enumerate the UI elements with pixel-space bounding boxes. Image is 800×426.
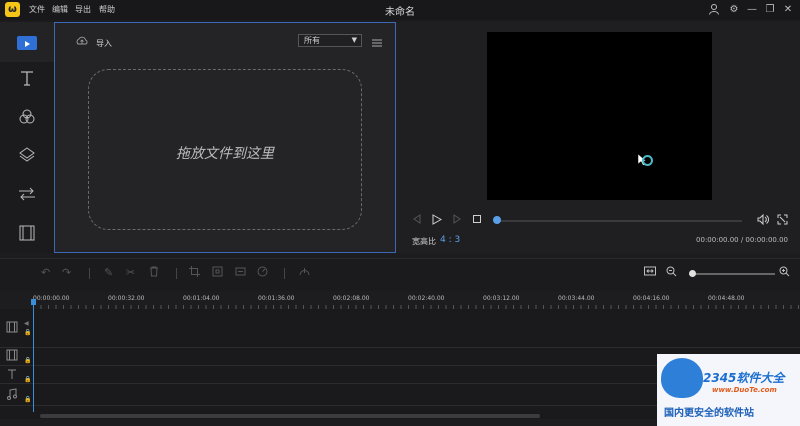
overlay-icon[interactable] <box>14 146 40 168</box>
video-track[interactable] <box>0 309 800 348</box>
list-view-icon[interactable] <box>371 34 383 47</box>
fit-timeline-icon[interactable] <box>644 266 656 279</box>
total-time: 00:00:00.00 <box>745 236 788 244</box>
delete-icon[interactable] <box>149 266 159 280</box>
watermark-slogan: 国内更安全的软件站 <box>664 408 754 419</box>
media-icon[interactable] <box>17 36 37 50</box>
lock-icon[interactable]: 🔒 <box>24 396 31 403</box>
busy-spinner-icon <box>642 155 653 166</box>
voice-icon[interactable] <box>299 266 310 280</box>
cut-icon[interactable]: ✂ <box>126 266 135 279</box>
play-icon[interactable] <box>431 214 443 228</box>
toolbar-divider <box>176 268 177 279</box>
zoom-in-icon[interactable] <box>779 266 790 280</box>
ruler-label: 00:03:12.00 <box>483 295 520 302</box>
freeze-icon[interactable] <box>212 266 223 280</box>
ruler-label: 00:00:00.00 <box>33 295 70 302</box>
current-time: 00:00:00.00 <box>696 236 739 244</box>
aspect-ratio-label: 宽高比 <box>412 237 436 246</box>
watermark-url: www.DuoTe.com <box>712 386 777 394</box>
drop-zone-text: 拖放文件到这里 <box>176 146 274 162</box>
transition-icon[interactable] <box>14 185 40 207</box>
music-track-icon <box>6 388 18 403</box>
aspect-ratio-value[interactable]: 4 : 3 <box>440 235 460 245</box>
filter-icon[interactable] <box>14 108 40 130</box>
time-readout: 00:00:00.00 / 00:00:00.00 <box>660 236 788 244</box>
ruler-label: 00:02:40.00 <box>408 295 445 302</box>
preview-screen[interactable] <box>487 32 712 200</box>
pip-track-icon <box>6 349 18 364</box>
gear-icon[interactable]: ⚙ <box>727 3 741 17</box>
undo-icon[interactable]: ↶ <box>41 266 50 279</box>
import-icon[interactable] <box>76 36 88 49</box>
playback-scrubber[interactable] <box>497 220 742 222</box>
media-filter-select[interactable]: 所有 ▼ <box>298 34 362 47</box>
lock-icon[interactable]: 🔒 <box>24 357 31 364</box>
timeline-scrollbar[interactable] <box>40 414 540 418</box>
zoom-slider[interactable] <box>689 273 775 275</box>
toolbar-divider <box>89 268 90 279</box>
crop-icon[interactable] <box>189 266 200 280</box>
lock-icon[interactable]: 🔒 <box>24 376 31 383</box>
stop-icon[interactable] <box>472 214 482 227</box>
volume-icon[interactable] <box>757 213 769 228</box>
ruler-label: 00:03:44.00 <box>558 295 595 302</box>
ruler-label: 00:04:48.00 <box>708 295 745 302</box>
user-icon[interactable] <box>707 3 721 17</box>
ruler-label: 00:01:04.00 <box>183 295 220 302</box>
scrubber-handle[interactable] <box>493 216 501 224</box>
fullscreen-icon[interactable] <box>777 214 788 228</box>
film-icon[interactable] <box>14 224 40 246</box>
video-track-icon <box>6 321 18 336</box>
speed-icon[interactable] <box>257 266 268 280</box>
text-track-icon <box>6 368 18 383</box>
import-button[interactable]: 导入 <box>96 38 112 49</box>
lock-icon[interactable]: 🔒 <box>24 329 31 336</box>
close-icon[interactable]: ✕ <box>781 3 795 17</box>
playhead-handle[interactable] <box>31 299 36 305</box>
prev-frame-icon[interactable] <box>412 214 422 227</box>
toolbar-divider <box>284 268 285 279</box>
ruler-label: 00:02:08.00 <box>333 295 370 302</box>
zoom-out-icon[interactable] <box>666 266 677 280</box>
ruler-label: 00:01:36.00 <box>258 295 295 302</box>
watermark-brand: 2345软件大全 <box>703 371 785 385</box>
next-frame-icon[interactable] <box>452 214 462 227</box>
playhead[interactable] <box>33 300 34 412</box>
text-icon[interactable] <box>14 69 40 91</box>
pen-icon[interactable]: ✎ <box>104 266 113 279</box>
minimize-icon[interactable]: — <box>745 3 759 17</box>
filter-value: 所有 <box>304 36 320 45</box>
ruler-label: 00:00:32.00 <box>108 295 145 302</box>
resize-icon[interactable] <box>235 266 246 280</box>
redo-icon[interactable]: ↷ <box>62 266 71 279</box>
watermark-mascot-icon <box>661 358 703 398</box>
document-title: 未命名 <box>385 7 415 18</box>
speaker-icon[interactable]: ◀ <box>24 320 29 327</box>
restore-icon[interactable]: ❐ <box>763 3 777 17</box>
chevron-down-icon: ▼ <box>351 36 357 44</box>
edit-toolbar <box>0 258 800 291</box>
ruler-label: 00:04:16.00 <box>633 295 670 302</box>
